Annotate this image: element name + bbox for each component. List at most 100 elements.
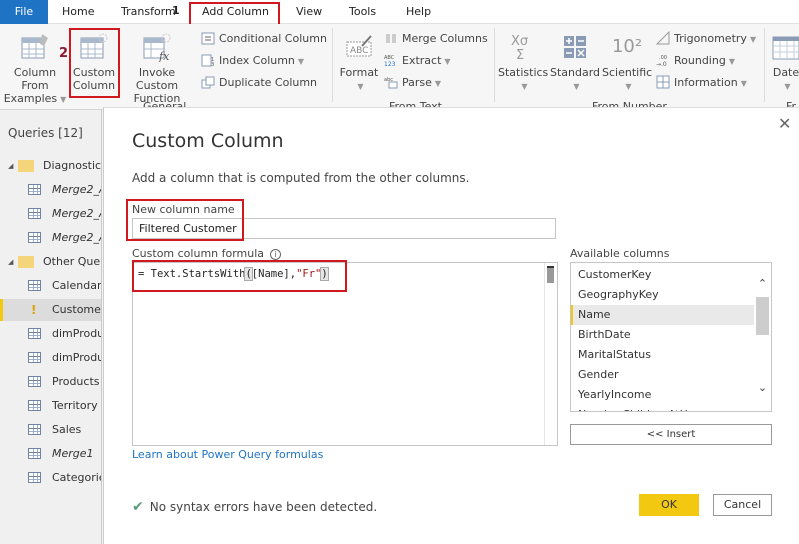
- duplicate-column-button[interactable]: Duplicate Column: [201, 74, 317, 92]
- warning-icon: !: [31, 303, 37, 317]
- columns-scroll-thumb[interactable]: [756, 297, 769, 335]
- info-icon[interactable]: i: [270, 249, 282, 260]
- available-columns-list[interactable]: CustomerKey GeographyKey Name BirthDate Mari…: [570, 262, 772, 412]
- column-from-examples-button[interactable]: Column From Examples ▼: [0, 32, 70, 106]
- cancel-button[interactable]: Cancel: [713, 494, 772, 516]
- query-label: Products: [52, 375, 100, 388]
- formula-label: Custom column formula i: [132, 247, 282, 260]
- column-list-item[interactable]: BirthDate: [571, 325, 754, 345]
- query-item[interactable]: Calendar: [0, 275, 101, 297]
- tab-help[interactable]: Help: [406, 0, 431, 24]
- index-column-icon: 13: [201, 54, 214, 67]
- tab-view[interactable]: View: [296, 0, 322, 24]
- format-button[interactable]: ABC Format ▼: [338, 32, 380, 93]
- tab-tools[interactable]: Tools: [349, 0, 376, 24]
- scroll-up-icon[interactable]: ⌃: [756, 277, 769, 290]
- table-icon: [28, 352, 41, 363]
- statistics-button[interactable]: Xσ Σ Statistics ▼: [498, 32, 548, 93]
- merge-columns-label: Merge Columns: [402, 32, 488, 45]
- folder-icon: [18, 160, 34, 172]
- query-item[interactable]: Products: [0, 371, 101, 393]
- tab-file[interactable]: File: [0, 0, 48, 24]
- column-list-item[interactable]: YearlyIncome: [571, 385, 754, 405]
- query-item[interactable]: Territory: [0, 395, 101, 417]
- table-icon: [28, 424, 41, 435]
- merge-columns-button[interactable]: Merge Columns: [384, 30, 488, 48]
- query-item[interactable]: Categories: [0, 467, 101, 489]
- scientific-button[interactable]: 10² Scientific ▼: [602, 32, 652, 93]
- duplicate-column-label: Duplicate Column: [219, 76, 318, 89]
- svg-text:Xσ: Xσ: [511, 34, 528, 49]
- column-list-item[interactable]: Name: [571, 305, 754, 325]
- table-icon: [28, 400, 41, 411]
- syntax-status-text: No syntax errors have been detected.: [149, 500, 378, 514]
- query-label: Other Queries: [43, 255, 101, 268]
- tab-home[interactable]: Home: [62, 0, 94, 24]
- standard-label: Standard: [550, 66, 601, 79]
- formula-scroll-thumb[interactable]: [547, 266, 554, 283]
- date-button[interactable]: Date ▼: [768, 32, 799, 93]
- query-item[interactable]: Merge1: [0, 443, 101, 465]
- scroll-down-icon[interactable]: ⌄: [756, 381, 769, 394]
- information-icon: [656, 75, 670, 89]
- information-button[interactable]: Information ▼: [656, 74, 747, 92]
- table-icon: [28, 472, 41, 483]
- parse-button[interactable]: abc Parse ▼: [384, 74, 441, 92]
- formula-function: = Text.StartsWith: [138, 268, 246, 280]
- formula-scrollbar[interactable]: [544, 263, 557, 445]
- column-list-item[interactable]: GeographyKey: [571, 285, 754, 305]
- tab-add-column[interactable]: Add Column: [202, 0, 269, 24]
- ok-button[interactable]: OK: [639, 494, 699, 516]
- query-label: Merge2_A: [52, 231, 102, 244]
- insert-button[interactable]: << Insert: [570, 424, 772, 445]
- query-item[interactable]: Merge2_A: [0, 203, 101, 225]
- query-item[interactable]: dimProducts: [0, 323, 101, 345]
- conditional-column-button[interactable]: Conditional Column: [201, 30, 327, 48]
- trigonometry-button[interactable]: Trigonometry ▼: [656, 30, 756, 48]
- new-column-name-input[interactable]: Filtered Customer: [132, 218, 556, 239]
- step-2-marker: 2: [59, 46, 69, 61]
- extract-dropdown-icon: ▼: [444, 57, 451, 66]
- query-item[interactable]: ! Customer: [0, 299, 101, 321]
- query-item[interactable]: Sales: [0, 419, 101, 441]
- query-item[interactable]: dimProducts: [0, 347, 101, 369]
- syntax-status: ✔ No syntax errors have been detected.: [132, 499, 377, 515]
- extract-icon: ABC123: [384, 55, 396, 67]
- expand-triangle-icon[interactable]: ◢: [8, 251, 13, 273]
- conditional-column-icon: [201, 32, 215, 45]
- trigonometry-dropdown-icon: ▼: [749, 35, 757, 44]
- close-icon[interactable]: ✕: [778, 114, 791, 133]
- query-item[interactable]: Merge2_A: [0, 179, 101, 201]
- custom-column-label-2: Column: [72, 79, 116, 92]
- rounding-button[interactable]: .00 →.0 Rounding ▼: [656, 52, 735, 70]
- query-group[interactable]: ◢ Other Queries: [0, 251, 101, 273]
- columns-scrollbar[interactable]: ⌃ ⌄: [754, 263, 771, 411]
- expand-triangle-icon[interactable]: ◢: [8, 155, 13, 177]
- queries-title: Queries [12]: [8, 126, 83, 140]
- ribbon-separator: [764, 28, 765, 102]
- column-list-item[interactable]: NumberChildrenAtHome: [571, 405, 754, 411]
- tab-transform[interactable]: Transform: [121, 0, 176, 24]
- conditional-column-label: Conditional Column: [219, 32, 327, 45]
- custom-column-icon: [80, 33, 108, 59]
- standard-icon: [564, 36, 586, 58]
- query-label: dimProducts: [52, 351, 101, 364]
- duplicate-column-icon: [201, 76, 215, 89]
- standard-button[interactable]: Standard ▼: [550, 32, 600, 93]
- formula-editor[interactable]: = Text.StartsWith([Name],"Fr"): [132, 262, 558, 446]
- query-label: Sales: [52, 423, 82, 436]
- query-group[interactable]: ◢ Diagnostics: [0, 155, 101, 177]
- query-item[interactable]: Merge2_A: [0, 227, 102, 249]
- custom-column-button[interactable]: Custom Column: [70, 32, 118, 92]
- query-label: Territory: [52, 399, 98, 412]
- formula-text[interactable]: = Text.StartsWith([Name],"Fr"): [138, 267, 329, 281]
- invoke-custom-function-label-1: Invoke Custom: [135, 66, 179, 92]
- invoke-custom-function-button[interactable]: fx Invoke Custom Function: [118, 32, 196, 105]
- column-list-item[interactable]: MaritalStatus: [571, 345, 754, 365]
- step-1-marker: 1: [172, 4, 180, 17]
- column-list-item[interactable]: CustomerKey: [571, 265, 754, 285]
- index-column-button[interactable]: 1 3 Index Column ▼: [201, 52, 304, 70]
- extract-button[interactable]: ABC 123 Extract ▼: [384, 52, 451, 70]
- column-list-item[interactable]: Gender: [571, 365, 754, 385]
- learn-power-query-link[interactable]: Learn about Power Query formulas: [132, 448, 323, 461]
